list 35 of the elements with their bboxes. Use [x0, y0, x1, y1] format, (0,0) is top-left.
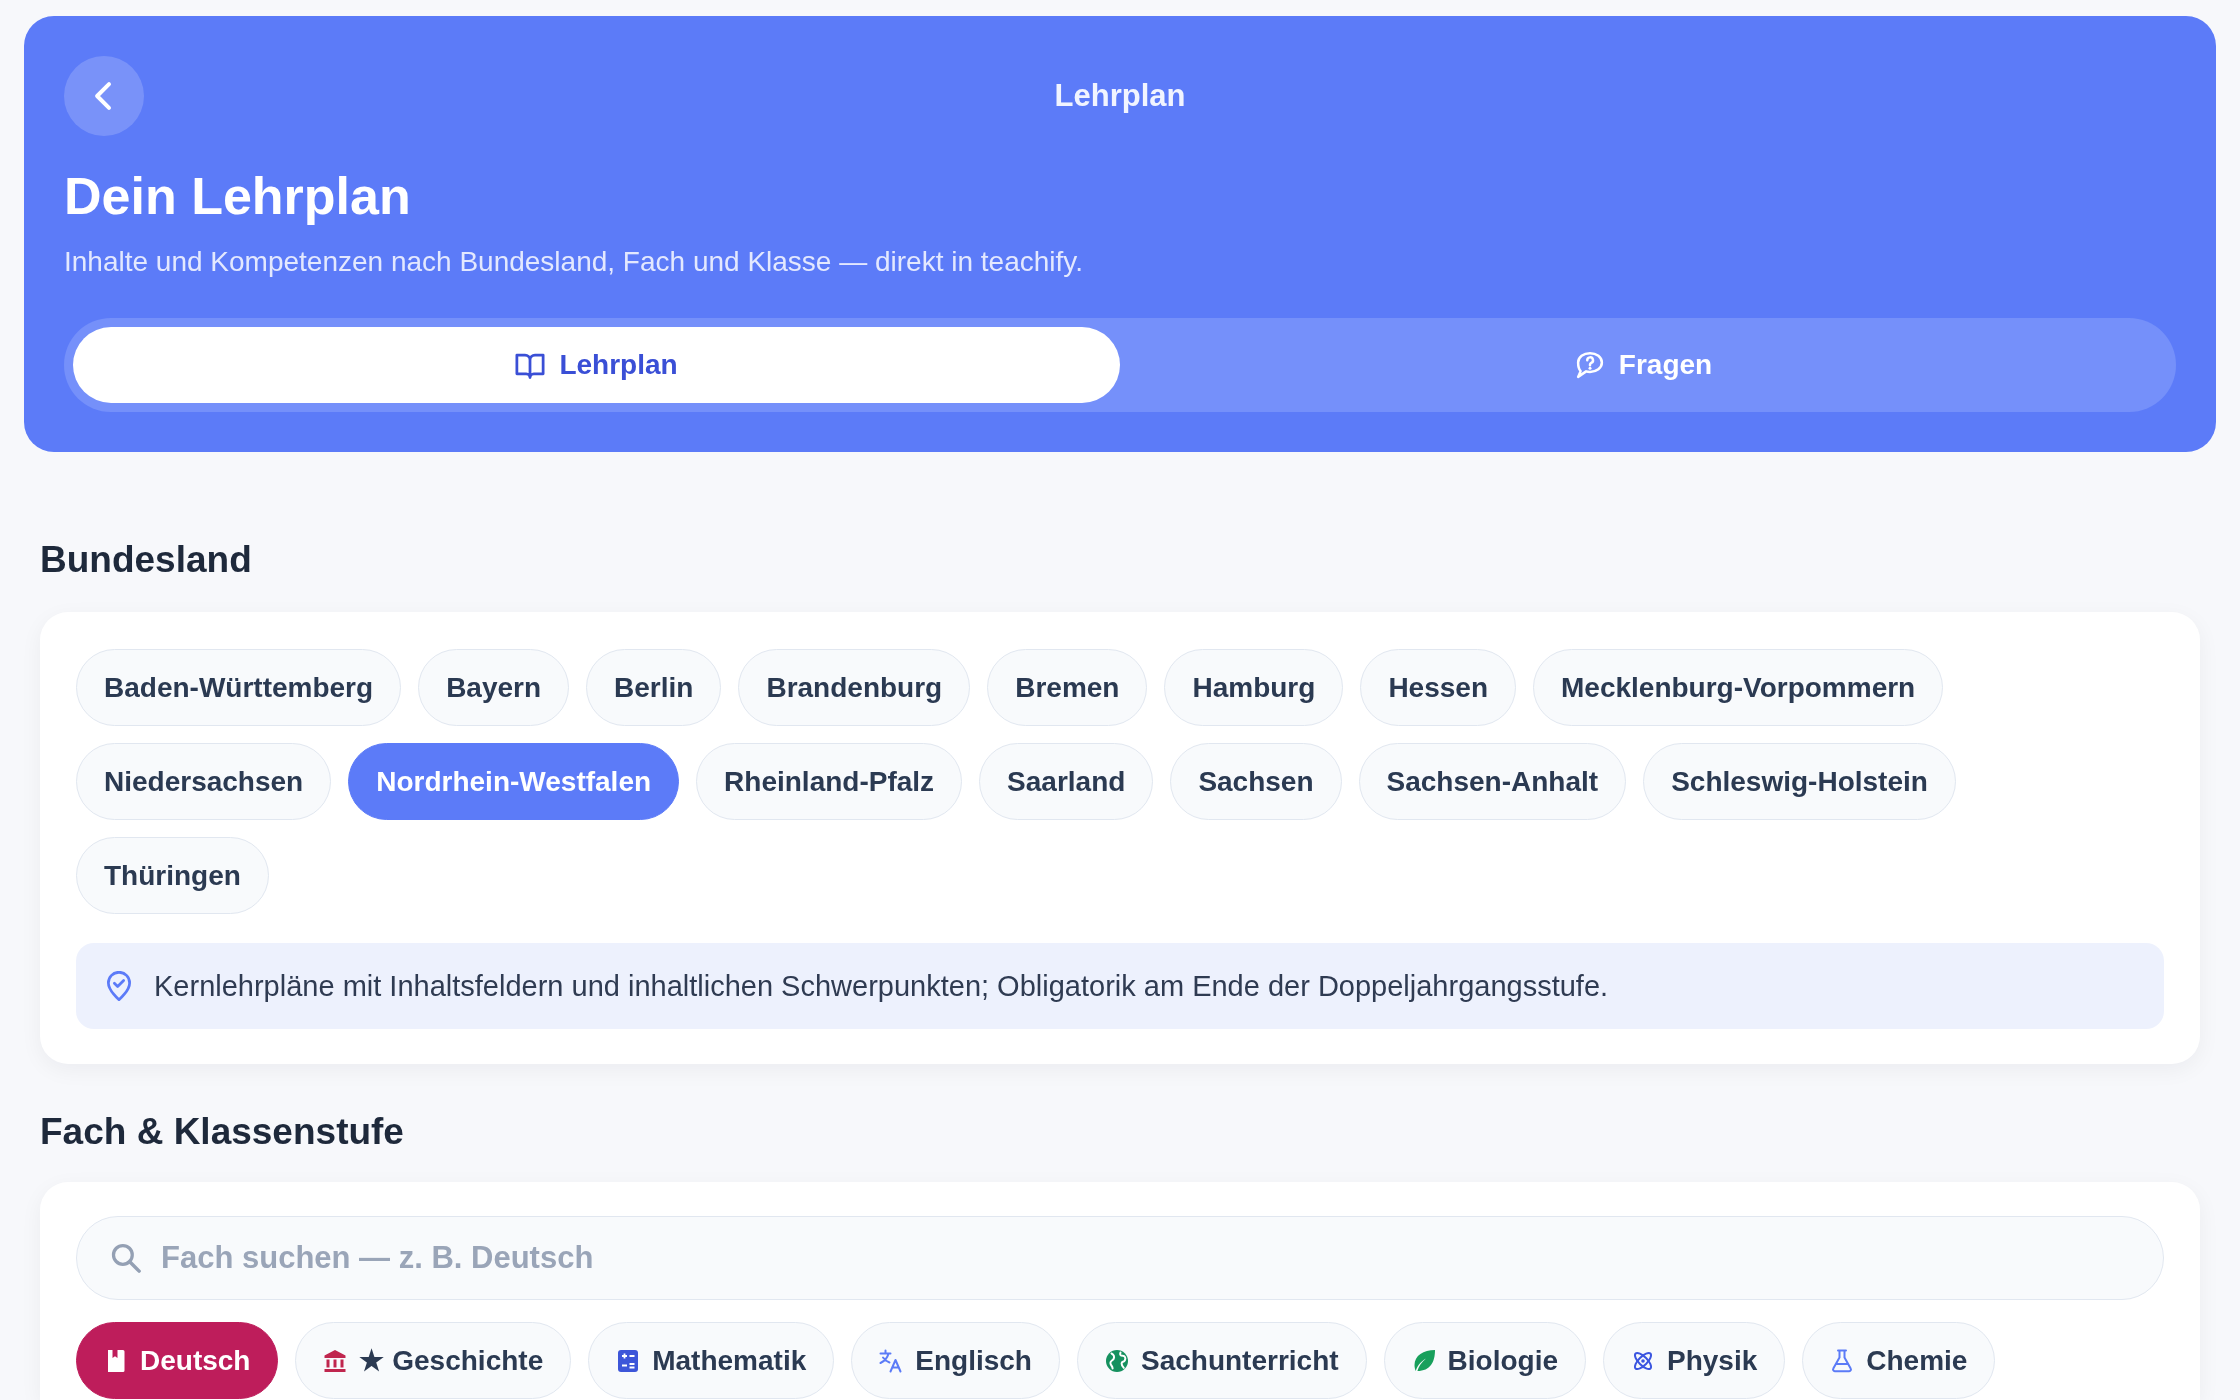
- page-title: Lehrplan: [1054, 77, 1186, 115]
- subject-chip[interactable]: Mathematik: [588, 1322, 835, 1399]
- state-chip[interactable]: Sachsen: [1170, 743, 1342, 820]
- state-chip[interactable]: Rheinland-Pfalz: [696, 743, 963, 820]
- search-field[interactable]: Fach suchen — z. B. Deutsch: [76, 1216, 2164, 1300]
- state-chip[interactable]: Baden-Württemberg: [76, 649, 402, 726]
- subject-chip[interactable]: Biologie: [1383, 1322, 1586, 1399]
- state-chip[interactable]: Thüringen: [76, 837, 269, 914]
- state-chip[interactable]: Brandenburg: [738, 649, 971, 726]
- state-chip[interactable]: Bayern: [418, 649, 570, 726]
- section-heading: Bundesland: [40, 538, 253, 582]
- info-text: Kernlehrpläne mit Inhaltsfeldern und inhaltlichen Schwerpunkten; Obligatorik am Ende der Doppeljahrgangsstufe.: [154, 969, 1609, 1004]
- state-chip[interactable]: Berlin: [586, 649, 722, 726]
- state-chip[interactable]: Hessen: [1360, 649, 1516, 726]
- state-chip[interactable]: Niedersachsen: [76, 743, 332, 820]
- subject-chip[interactable]: ★ Geschichte: [295, 1322, 572, 1399]
- section-heading: Fach & Klassenstufe: [40, 1110, 405, 1154]
- search-icon: [111, 1243, 141, 1273]
- subject-chip[interactable]: Englisch: [851, 1322, 1060, 1399]
- subject-chip[interactable]: Chemie: [1802, 1322, 1996, 1399]
- state-chip[interactable]: Bremen: [987, 649, 1148, 726]
- state-chip[interactable]: Nordrhein-Westfalen: [348, 743, 680, 820]
- subject-chip[interactable]: Deutsch: [76, 1322, 279, 1399]
- state-chip[interactable]: Schleswig-Holstein: [1643, 743, 1956, 820]
- state-chip[interactable]: Saarland: [979, 743, 1154, 820]
- state-chip[interactable]: Sachsen-Anhalt: [1358, 743, 1627, 820]
- tab[interactable]: Lehrplan: [73, 327, 1120, 403]
- page-subtitle: Inhalte und Kompetenzen nach Bundesland, Fach und Klasse — direkt in teachify.: [64, 245, 1084, 279]
- subject-chip[interactable]: Physik: [1603, 1322, 1786, 1399]
- state-chip[interactable]: Mecklenburg-Vorpommern: [1533, 649, 1944, 726]
- page-heading: Dein Lehrplan: [64, 166, 412, 226]
- state-chip[interactable]: Hamburg: [1164, 649, 1344, 726]
- subject-chip[interactable]: Sachunterricht: [1076, 1322, 1367, 1399]
- question-bubble-icon: [1574, 350, 1605, 380]
- map-pin-check-icon: [106, 971, 132, 1001]
